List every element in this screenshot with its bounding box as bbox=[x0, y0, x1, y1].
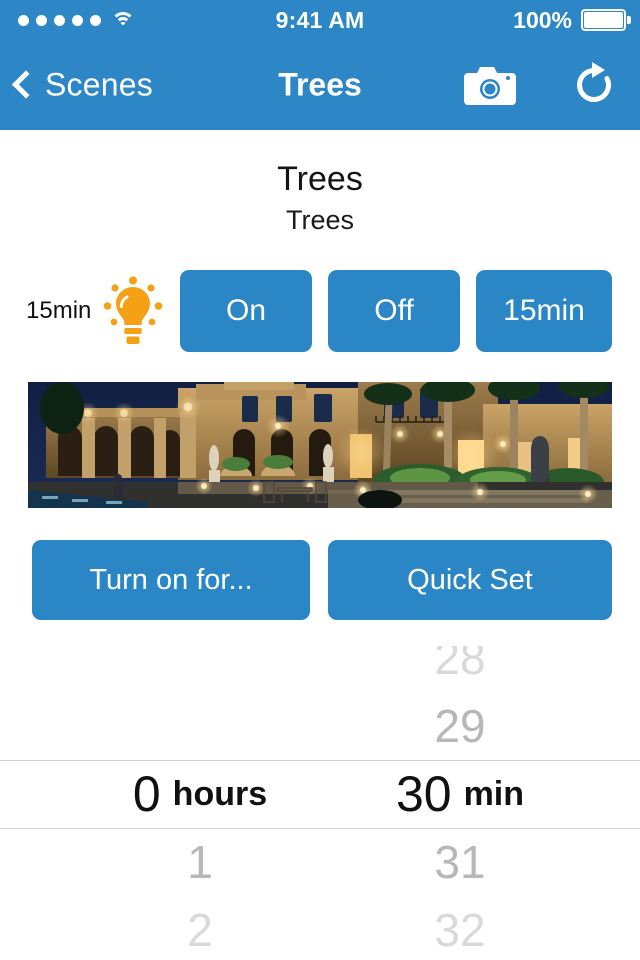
fifteen-min-button[interactable]: 15min bbox=[476, 270, 612, 352]
turn-on-for-button[interactable]: Turn on for... bbox=[32, 540, 310, 620]
navigation-actions bbox=[462, 61, 618, 109]
minutes-value: 30 bbox=[395, 766, 452, 822]
minutes-option[interactable]: 31 bbox=[320, 828, 600, 896]
hours-option[interactable]: 2 bbox=[60, 896, 340, 960]
hours-option[interactable] bbox=[60, 692, 340, 760]
scene-subtitle: Trees bbox=[285, 205, 354, 235]
status-bar: 9:41 AM 100% bbox=[0, 0, 640, 40]
navigation-bar: Scenes Trees bbox=[0, 40, 640, 130]
duration-picker[interactable]: 0 hours 1 2 3 28 29 30 min 31 32 33 bbox=[0, 646, 640, 960]
hours-option[interactable] bbox=[60, 646, 340, 692]
lightbulb-on-icon bbox=[102, 276, 164, 346]
scene-title: Trees bbox=[277, 160, 363, 198]
hours-unit-label: hours bbox=[172, 774, 268, 813]
off-button[interactable]: Off bbox=[328, 270, 460, 352]
battery-full-icon bbox=[581, 9, 631, 31]
on-button[interactable]: On bbox=[180, 270, 312, 352]
current-state-label: 15min bbox=[26, 297, 92, 324]
scene-state-row: 15min On Off 15min bbox=[0, 270, 640, 352]
minutes-option[interactable]: 32 bbox=[320, 896, 600, 960]
scene-photo[interactable] bbox=[28, 382, 612, 508]
hours-option[interactable]: 1 bbox=[60, 828, 340, 896]
hours-selected-option[interactable]: 0 hours bbox=[60, 760, 340, 828]
picker-selection-bottom-line bbox=[0, 828, 640, 829]
scene-photo-image bbox=[28, 382, 612, 508]
hours-value: 0 bbox=[132, 766, 161, 822]
minutes-option[interactable]: 29 bbox=[320, 692, 600, 760]
app-root: 9:41 AM 100% Scenes Trees Trees Trees 15… bbox=[0, 0, 640, 960]
minutes-option[interactable]: 28 bbox=[320, 646, 600, 692]
minutes-unit-label: min bbox=[463, 774, 525, 813]
minutes-selected-option[interactable]: 30 min bbox=[320, 760, 600, 828]
quick-set-button[interactable]: Quick Set bbox=[328, 540, 612, 620]
minutes-picker-column[interactable]: 28 29 30 min 31 32 33 bbox=[320, 646, 600, 960]
picker-selection-top-line bbox=[0, 760, 640, 761]
hours-picker-column[interactable]: 0 hours 1 2 3 bbox=[60, 646, 340, 960]
camera-icon[interactable] bbox=[462, 63, 518, 107]
status-bar-right: 100% bbox=[513, 6, 631, 34]
refresh-icon[interactable] bbox=[572, 61, 618, 109]
battery-percent-label: 100% bbox=[513, 6, 572, 33]
